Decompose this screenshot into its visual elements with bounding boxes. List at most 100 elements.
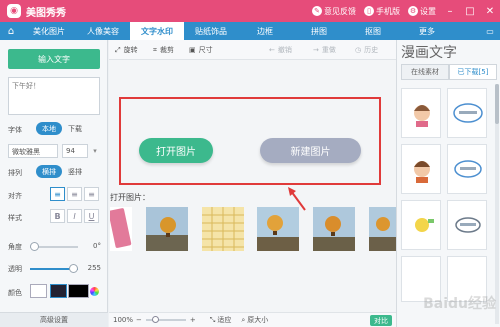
compare-button[interactable]: 对比 [370,315,392,326]
balloon-photo-thumb [257,207,299,251]
rotate-button[interactable]: ⤢ 旋转 [115,40,138,60]
recent-image-thumb[interactable] [369,207,396,251]
underline-button[interactable]: U [84,209,99,223]
layout-label: 排列 [8,169,22,177]
speech-bubble-icon [454,160,482,178]
font-local-option[interactable]: 本地 [36,122,62,135]
layout-horizontal-option[interactable]: 横排 [36,165,62,178]
history-icon: ◷ [355,46,362,54]
tab-collage[interactable]: 拼图 [292,22,346,40]
font-family-select[interactable]: 微软雅黑 [8,144,58,158]
tab-text-watermark[interactable]: 文字水印 [130,22,184,40]
phone-version-button[interactable]: ▯ 手机版 [364,6,400,17]
font-source-toggle: 本地 下载 [36,122,88,135]
advanced-settings-button[interactable]: 高级设置 [0,312,108,327]
size-label: 尺寸 [198,46,213,54]
open-image-button[interactable]: 打开图片 [139,138,213,163]
redo-icon: → [313,46,319,54]
opacity-label: 透明 [8,265,22,273]
crop-icon: ⌗ [153,45,157,54]
girl-sticker-icon [414,161,430,183]
font-size-input[interactable]: 94 [62,144,88,158]
maximize-icon[interactable]: □ [464,6,476,17]
undo-button[interactable]: ← 撤销 [269,40,292,60]
tab-frames[interactable]: 边框 [238,22,292,40]
actual-size-button[interactable]: 原大小 [247,315,268,325]
home-icon[interactable]: ⌂ [0,22,22,40]
title-bar-actions: ✎ 意见反馈 ▯ 手机版 ⚙ 设置 – □ ✕ [312,0,496,22]
girl-sticker-icon [414,105,430,127]
sticker-item[interactable] [447,88,487,138]
scrollbar-thumb[interactable] [495,84,499,124]
tab-online-materials[interactable]: 在线素材 [401,64,449,80]
zoom-out-icon[interactable]: − [136,316,142,324]
recent-image-thumb[interactable] [313,207,355,251]
recent-image-thumb[interactable] [110,207,132,251]
undo-icon: ← [269,46,275,54]
align-center-icon[interactable]: ≡ [67,187,82,201]
zoom-slider-handle[interactable] [151,316,159,323]
opacity-value: 255 [87,264,101,272]
feedback-button[interactable]: ✎ 意见反馈 [312,6,356,17]
color-swatch-white[interactable] [30,284,47,298]
text-content-field[interactable]: 下午好！ [8,77,100,115]
history-button[interactable]: ◷ 历史 [355,40,378,60]
new-image-button[interactable]: 新建图片 [260,138,361,163]
phone-photo-thumb [110,207,132,251]
tab-cutout[interactable]: 抠图 [346,22,400,40]
input-text-button[interactable]: 输入文字 [8,49,100,69]
zoom-slider[interactable] [145,316,186,323]
zoom-level: 100% [113,316,134,324]
sticker-item[interactable] [401,144,441,194]
tab-more[interactable]: 更多 [400,22,454,40]
sticker-item[interactable] [401,88,441,138]
close-icon[interactable]: ✕ [484,6,496,17]
redo-button[interactable]: → 重做 [313,40,336,60]
layout-vertical-option[interactable]: 竖排 [62,165,88,178]
skin-icon[interactable]: ▭ [480,22,500,40]
color-swatch-black[interactable] [68,284,89,298]
rotate-icon: ⤢ [115,45,121,54]
angle-slider-handle[interactable] [30,242,39,251]
color-wheel-icon[interactable] [90,287,99,296]
tab-beautify[interactable]: 美化图片 [22,22,76,40]
chick-sticker-icon [415,218,434,232]
tab-portrait[interactable]: 人像美容 [76,22,130,40]
sticker-item[interactable] [401,200,441,250]
balloon-photo-thumb [313,207,355,251]
fit-button[interactable]: 适应 [217,315,231,325]
tab-downloaded[interactable]: 已下载[5] [449,64,497,80]
history-label: 历史 [364,46,379,54]
panel-scrollbar[interactable] [495,84,499,324]
rotate-label: 旋转 [123,46,138,54]
bold-button[interactable]: B [50,209,65,223]
sticker-item[interactable] [447,144,487,194]
grid-pattern-thumb [202,207,244,251]
settings-button[interactable]: ⚙ 设置 [408,6,436,17]
recent-image-thumb[interactable] [257,207,299,251]
align-left-icon[interactable]: ≡ [50,187,65,201]
zoom-in-icon[interactable]: + [190,316,196,324]
recent-image-thumb[interactable] [202,207,244,251]
phone-icon: ▯ [364,6,374,16]
tab-stickers[interactable]: 贴纸饰品 [184,22,238,40]
align-right-icon[interactable]: ≡ [84,187,99,201]
text-settings-panel: 输入文字 下午好！ 字体 本地 下载 微软雅黑 94 ▾ 排列 横排 竖排 对齐… [0,40,108,327]
crop-button[interactable]: ⌗ 裁剪 [153,40,174,60]
fit-icon[interactable]: ⤡ [210,316,216,325]
actual-size-icon[interactable]: ⌕ [241,316,245,325]
layout-toggle: 横排 竖排 [36,165,88,178]
minimize-icon[interactable]: – [444,6,456,17]
color-picker-icon[interactable] [50,284,67,298]
italic-button[interactable]: I [67,209,82,223]
opacity-slider[interactable] [30,264,78,273]
opacity-slider-handle[interactable] [69,264,78,273]
angle-slider[interactable] [30,242,78,251]
sticker-item[interactable] [447,200,487,250]
recent-image-thumb[interactable] [146,207,188,251]
font-download-option[interactable]: 下载 [62,122,88,135]
size-button[interactable]: ▣ 尺寸 [189,40,213,60]
color-label: 颜色 [8,289,22,297]
chevron-down-icon[interactable]: ▾ [90,144,100,158]
crop-label: 裁剪 [159,46,174,54]
